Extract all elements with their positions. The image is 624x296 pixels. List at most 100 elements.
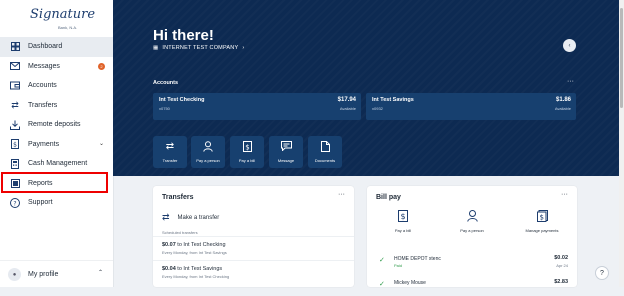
logo-text: Signature [30,7,96,22]
sidebar-item-accounts[interactable]: Accounts [0,76,113,96]
payment-amount: $2.83 [554,279,568,285]
svg-text:$: $ [245,143,249,151]
pay-bill-option[interactable]: $ Pay a bill [373,210,433,233]
payment-row[interactable]: ✓ HOME DEPOT xtenc Paid $0.02 Apr 24 [367,250,577,272]
transfer-schedule: Every Monday, from Int Test Checking [162,274,230,279]
transfer-schedule: Every Monday, from Int Test Savings [162,250,227,255]
payment-status: Paid [394,263,403,268]
quick-action-transfer[interactable]: ⇄ Transfer [153,136,187,168]
payment-row[interactable]: ✓ Mickey Mouse $2.83 [367,274,577,296]
payment-amount: $0.02 [554,255,568,261]
account-balance: $17.94 [337,97,356,103]
account-card-checking[interactable]: Int Test Checking x0750 $17.94 Available [153,93,361,120]
sidebar-item-label: Messages [28,62,60,70]
bill-icon: $ [373,210,433,224]
reports-icon [10,178,20,188]
option-label: Manage payments [525,228,559,233]
balance-label: Available [554,106,571,111]
profile-menu[interactable]: ● My profile ⌃ [0,260,113,288]
sidebar-item-label: Remote deposits [28,121,81,129]
quick-action-label: Transfer [162,158,178,163]
bill-pay-card: Bill pay ··· $ Pay a bill Pay a person $… [367,186,577,288]
sidebar-item-label: Support [28,199,53,207]
account-card-savings[interactable]: Int Test Savings x0932 $1.86 Available [366,93,576,120]
sidebar-item-remote-deposits[interactable]: Remote deposits [0,115,113,135]
quick-action-pay-person[interactable]: Pay a person [191,136,225,168]
hero-menu-button[interactable]: ‹ [563,39,576,52]
quick-action-message[interactable]: Message [269,136,303,168]
transfer-row[interactable]: $0.04 to Int Test Savings Every Monday, … [153,260,354,283]
sidebar-item-payments[interactable]: $ Payments ⌄ [0,135,113,155]
profile-label: My profile [28,271,59,278]
quick-action-documents[interactable]: Documents [308,136,342,168]
option-label: Pay a person [460,228,484,233]
sidebar-item-cash-management[interactable]: Cash Management [0,154,113,174]
scheduled-transfers-label: Scheduled transfers [162,230,198,235]
svg-text:$: $ [539,214,543,222]
chevron-up-icon: ⌃ [97,270,103,276]
sidebar-item-dashboard[interactable]: Dashboard [0,37,113,57]
balance-label: Available [339,106,356,111]
main-content: Hi there! ▦ INTERNET TEST COMPANY › ‹ Ac… [113,0,619,288]
make-transfer-label: Make a transfer [177,214,220,221]
manage-payments-option[interactable]: $ Manage payments [512,210,572,233]
sidebar: Signature Bank, N.A. Dashboard Messages … [0,0,114,287]
account-number: x0750 [159,106,170,111]
logo-subtext: Bank, N.A. [58,25,78,30]
transfer-icon: ⇄ [162,212,170,222]
account-name: Int Test Savings [372,97,414,103]
payee-name: HOME DEPOT xtenc [394,256,441,262]
sidebar-item-label: Reports [28,179,53,187]
transfers-card: Transfers ··· ⇄ Make a transfer Schedule… [153,186,354,287]
cash-management-icon [10,158,20,169]
make-transfer-link[interactable]: ⇄ Make a transfer [162,212,219,223]
sidebar-item-label: Dashboard [28,43,63,51]
account-number: x0932 [372,106,383,111]
sidebar-nav: Dashboard Messages 2 Accounts ⇄ Transfer… [0,37,113,213]
quick-action-label: Message [277,158,295,163]
company-icon: ▦ [153,45,159,51]
message-icon [269,141,303,155]
svg-text:?: ? [13,200,16,207]
person-icon [191,141,225,156]
pay-person-option[interactable]: Pay a person [442,210,502,233]
sidebar-item-support[interactable]: ? Support [0,193,113,213]
bank-logo[interactable]: Signature Bank, N.A. [30,5,95,33]
bill-pay-more-button[interactable]: ··· [561,191,568,198]
mail-icon [10,61,20,71]
help-button[interactable]: ? [595,266,609,280]
chevron-down-icon: ⌄ [98,140,104,147]
transfer-icon: ⇄ [11,99,19,110]
sidebar-item-label: Accounts [28,82,57,90]
check-icon: ✓ [379,257,385,264]
scrollbar-thumb[interactable] [620,8,623,108]
transfer-icon: ⇄ [165,141,175,152]
accounts-more-button[interactable]: ··· [567,78,574,85]
page-scrollbar[interactable] [619,0,624,287]
greeting-heading: Hi there! [153,27,214,44]
payee-name: Mickey Mouse [394,280,426,286]
company-selector[interactable]: ▦ INTERNET TEST COMPANY › [153,45,244,51]
card-title: Transfers [162,194,194,201]
transfer-amount: $0.07 [162,242,176,248]
quick-action-label: Pay a bill [238,158,256,163]
quick-action-pay-bill[interactable]: $ Pay a bill [230,136,264,168]
transfers-more-button[interactable]: ··· [338,191,345,198]
sidebar-item-label: Cash Management [28,160,88,168]
payments-icon: $ [10,139,20,150]
person-icon [442,210,502,224]
account-name: Int Test Checking [159,97,205,103]
document-icon [308,141,342,156]
card-title: Bill pay [376,194,401,201]
accounts-section-title: Accounts [153,80,179,86]
sidebar-item-transfers[interactable]: ⇄ Transfers [0,96,113,116]
svg-text:$: $ [400,212,405,221]
accounts-icon [10,81,20,91]
transfer-destination: to Int Test Checking [177,242,226,248]
account-balance: $1.86 [555,97,571,103]
dashboard-icon [10,42,20,52]
sidebar-item-reports[interactable]: Reports [0,174,113,194]
transfer-row[interactable]: $0.07 to Int Test Checking Every Monday,… [153,236,354,259]
unread-badge: 2 [98,62,105,70]
sidebar-item-messages[interactable]: Messages 2 [0,57,113,77]
